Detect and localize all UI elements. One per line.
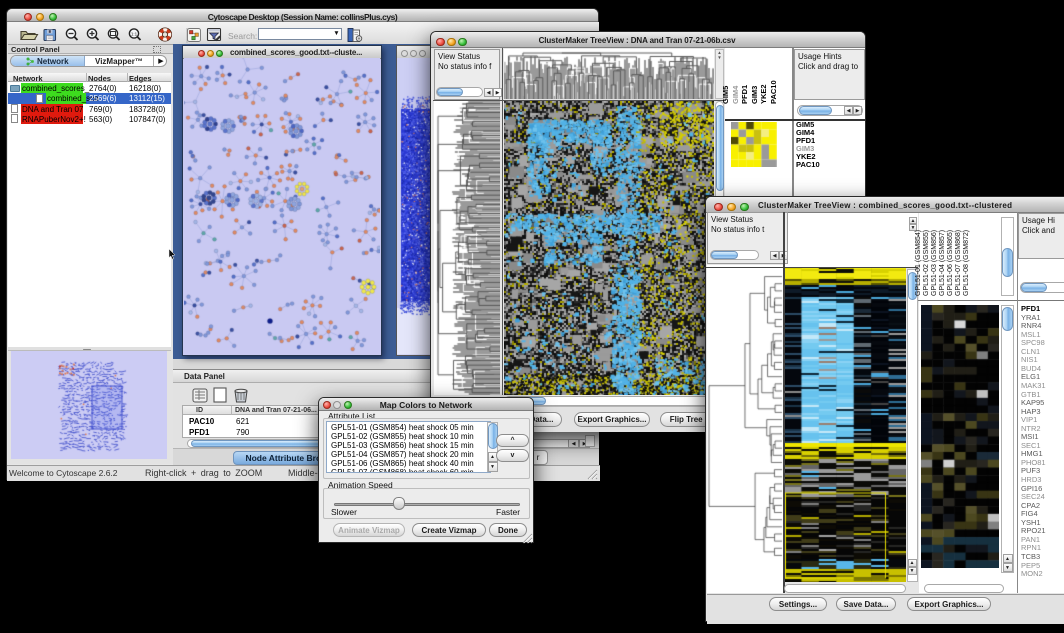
svg-text:1:1: 1:1 xyxy=(131,32,138,37)
